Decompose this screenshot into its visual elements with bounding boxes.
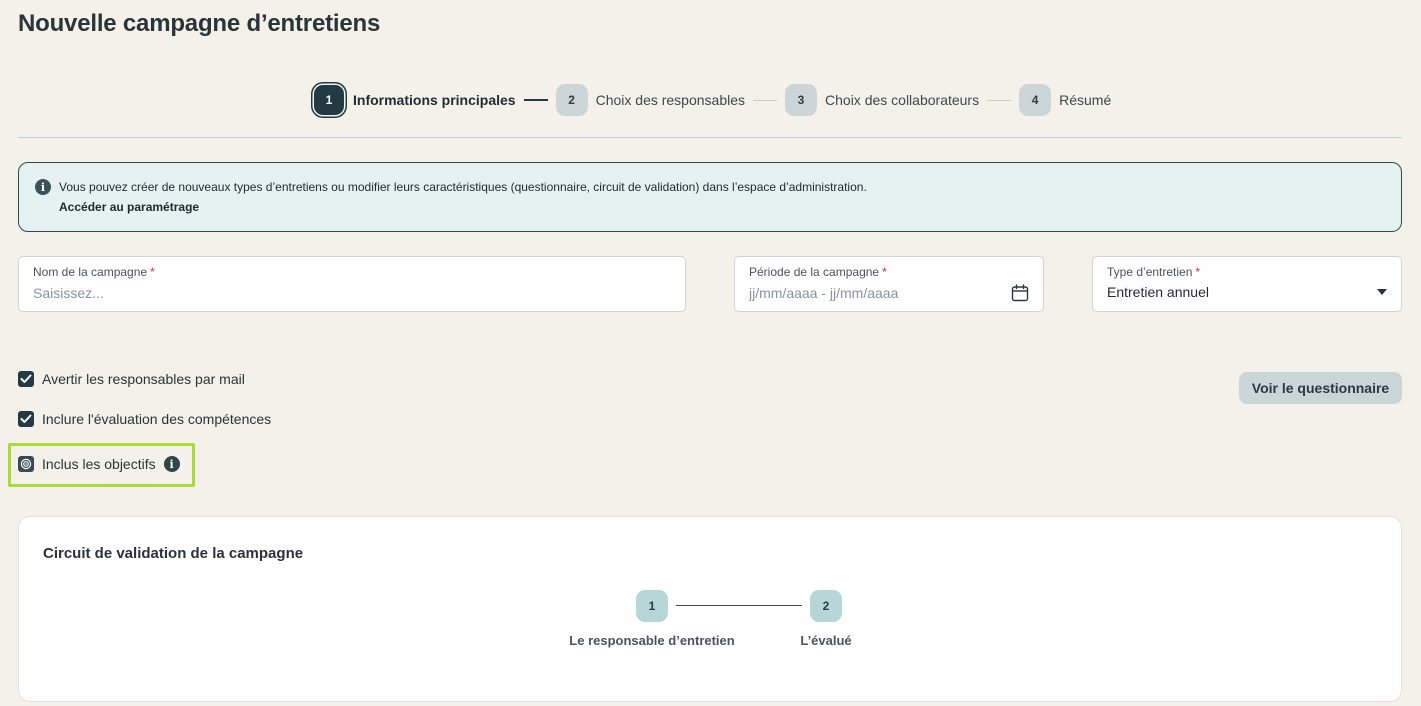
- required-mark: *: [882, 265, 887, 279]
- page-title: Nouvelle campagne d’entretiens: [18, 10, 381, 37]
- target-icon[interactable]: [18, 456, 34, 472]
- step-label: Choix des collaborateurs: [825, 92, 980, 108]
- include-skills-label: Inclure l'évaluation des compétences: [42, 411, 272, 427]
- include-objectives-option[interactable]: Inclus les objectifs i: [18, 456, 180, 472]
- interview-type-select[interactable]: Type d’entretien * Entretien annuel: [1092, 256, 1402, 312]
- circuit-title: Circuit de validation de la campagne: [43, 545, 304, 562]
- campaign-period-label: Période de la campagne *: [749, 265, 887, 279]
- circuit-step-label: Le responsable d’entretien: [569, 633, 735, 648]
- checkbox-checked-icon[interactable]: [18, 411, 34, 427]
- campaign-period-field[interactable]: Période de la campagne *: [734, 256, 1044, 312]
- campaign-period-input[interactable]: [749, 285, 989, 301]
- notify-managers-label: Avertir les responsables par mail: [42, 371, 245, 387]
- step-connector: [523, 99, 548, 101]
- campaign-name-label: Nom de la campagne *: [33, 265, 155, 279]
- campaign-name-input[interactable]: [33, 285, 633, 301]
- info-banner-text: Vous pouvez créer de nouveaux types d’en…: [59, 180, 867, 194]
- circuit-connector: [676, 605, 802, 606]
- step-number: 1: [314, 85, 344, 115]
- required-mark: *: [150, 265, 155, 279]
- step-label: Résumé: [1059, 92, 1112, 108]
- info-banner: i Vous pouvez créer de nouveaux types d’…: [18, 162, 1402, 232]
- notify-managers-option[interactable]: Avertir les responsables par mail: [18, 371, 245, 387]
- step-number: 4: [1019, 84, 1052, 116]
- step-label: Informations principales: [353, 92, 516, 108]
- stepper-divider: [18, 137, 1402, 138]
- info-icon[interactable]: i: [163, 456, 180, 472]
- calendar-icon[interactable]: [1011, 284, 1029, 302]
- circuit-step-number: 1: [636, 590, 668, 622]
- step-responsables[interactable]: 2 Choix des responsables: [555, 84, 746, 116]
- circuit-step-label: L’évalué: [800, 633, 852, 648]
- step-label: Choix des responsables: [595, 92, 746, 108]
- view-questionnaire-button[interactable]: Voir le questionnaire: [1239, 372, 1402, 404]
- include-skills-option[interactable]: Inclure l'évaluation des compétences: [18, 411, 271, 427]
- caret-down-icon: [1377, 289, 1387, 295]
- step-collaborateurs[interactable]: 3 Choix des collaborateurs: [785, 84, 979, 116]
- step-number: 3: [785, 84, 818, 116]
- interview-type-value: Entretien annuel: [1107, 284, 1209, 300]
- info-icon: i: [35, 179, 51, 195]
- validation-circuit-card: Circuit de validation de la campagne 1 2…: [18, 516, 1402, 702]
- step-resume[interactable]: 4 Résumé: [1019, 84, 1111, 116]
- settings-link[interactable]: Accéder au paramétrage: [59, 200, 199, 214]
- interview-type-label: Type d’entretien *: [1107, 265, 1201, 279]
- campaign-name-field[interactable]: Nom de la campagne *: [18, 256, 686, 312]
- include-objectives-label: Inclus les objectifs: [42, 456, 156, 472]
- step-number: 2: [555, 84, 588, 116]
- required-mark: *: [1195, 265, 1201, 279]
- step-connector: [987, 99, 1012, 101]
- checkbox-checked-icon[interactable]: [18, 371, 34, 387]
- step-connector: [753, 99, 778, 101]
- step-informations[interactable]: 1 Informations principales: [313, 84, 516, 116]
- stepper: 1 Informations principales 2 Choix des r…: [313, 84, 1111, 116]
- circuit-step-number: 2: [810, 590, 842, 622]
